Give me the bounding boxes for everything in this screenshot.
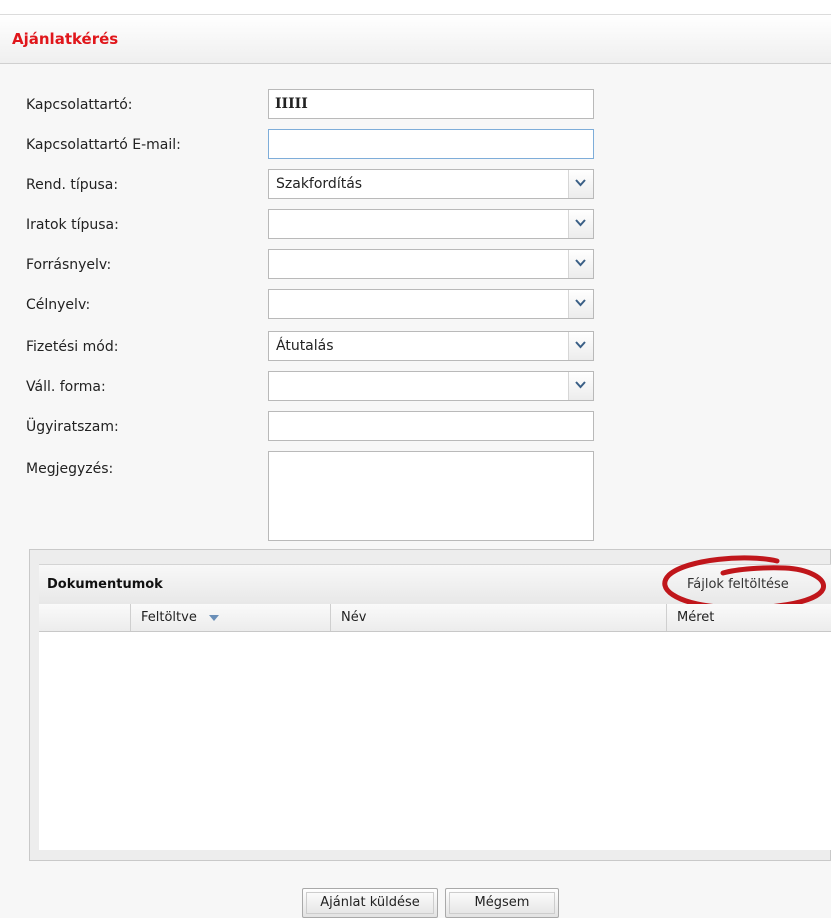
doc-type-dropdown-button[interactable] [568, 210, 593, 238]
contact-input[interactable] [269, 90, 593, 118]
doc-type-label: Iratok típusa: [26, 217, 119, 233]
company-form-dropdown-button[interactable] [568, 372, 593, 400]
payment-label: Fizetési mód: [26, 339, 119, 355]
source-lang-select[interactable] [268, 249, 594, 279]
company-form-select[interactable] [268, 371, 594, 401]
cancel-label: Mégsem [474, 895, 530, 910]
documents-panel: Dokumentumok Fájlok feltöltése Feltöltve… [29, 549, 831, 861]
column-uploaded-label: Feltöltve [141, 610, 197, 625]
documents-header: Dokumentumok Fájlok feltöltése [39, 555, 831, 611]
documents-title: Dokumentumok [47, 577, 163, 592]
column-uploaded[interactable]: Feltöltve [131, 604, 331, 631]
sort-desc-icon [209, 615, 219, 621]
payment-select[interactable]: Átutalás [268, 331, 594, 361]
email-field[interactable] [268, 129, 594, 159]
column-size[interactable]: Méret [667, 604, 831, 631]
submit-quote-label: Ajánlat küldése [320, 895, 420, 910]
contact-label: Kapcsolattartó: [26, 97, 133, 113]
source-lang-label: Forrásnyelv: [26, 257, 112, 273]
column-name-label: Név [341, 610, 367, 625]
case-number-label: Ügyiratszam: [26, 419, 119, 435]
documents-grid-header: Feltöltve Név Méret [39, 604, 831, 632]
email-label: Kapcsolattartó E-mail: [26, 137, 181, 153]
target-lang-dropdown-button[interactable] [568, 290, 593, 318]
submit-quote-button[interactable]: Ajánlat küldése [302, 888, 438, 918]
order-type-select[interactable]: Szakfordítás [268, 169, 594, 199]
page-title: Ajánlatkérés [12, 30, 119, 48]
contact-field[interactable] [268, 89, 594, 119]
chevron-down-icon [575, 299, 586, 307]
note-textarea[interactable] [269, 452, 593, 540]
email-input[interactable] [269, 130, 593, 158]
company-form-label: Váll. forma: [26, 379, 106, 395]
cancel-button[interactable]: Mégsem [445, 888, 559, 918]
column-size-label: Méret [677, 610, 715, 625]
chevron-down-icon [575, 341, 586, 349]
order-type-value: Szakfordítás [276, 176, 363, 192]
note-field[interactable] [268, 451, 594, 541]
column-select [39, 604, 131, 631]
chevron-down-icon [575, 219, 586, 227]
order-type-label: Rend. típusa: [26, 177, 119, 193]
doc-type-select[interactable] [268, 209, 594, 239]
payment-dropdown-button[interactable] [568, 332, 593, 360]
source-lang-dropdown-button[interactable] [568, 250, 593, 278]
chevron-down-icon [575, 179, 586, 187]
target-lang-select[interactable] [268, 289, 594, 319]
chevron-down-icon [575, 259, 586, 267]
case-number-input[interactable] [269, 412, 593, 440]
documents-grid-body [39, 632, 831, 850]
case-number-field[interactable] [268, 411, 594, 441]
note-label: Megjegyzés: [26, 461, 114, 477]
order-type-dropdown-button[interactable] [568, 170, 593, 198]
title-bar: Ajánlatkérés [0, 15, 831, 64]
top-border [0, 0, 831, 15]
target-lang-label: Célnyelv: [26, 297, 91, 313]
chevron-down-icon [575, 381, 586, 389]
column-name[interactable]: Név [331, 604, 667, 631]
payment-value: Átutalás [276, 338, 334, 354]
